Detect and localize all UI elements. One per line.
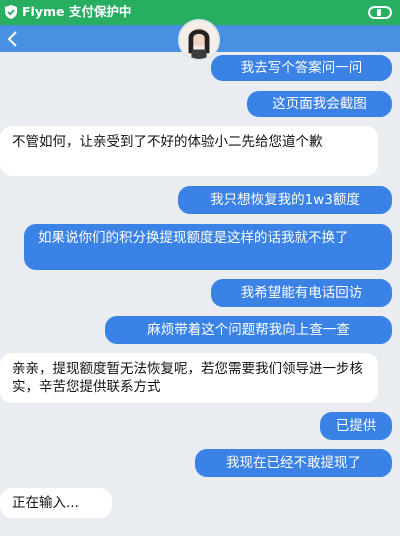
message-text: 不管如何，让亲受到了不好的体验小二先给您道个歉	[12, 134, 323, 150]
message-incoming: 正在输入...	[0, 488, 112, 518]
message-text: 我只想恢复我的1w3额度	[210, 192, 360, 208]
message-outgoing: 我只想恢复我的1w3额度	[178, 186, 392, 214]
message-text: 如果说你们的积分换提现额度是这样的话我就不换了	[38, 230, 349, 246]
typing-indicator: 正在输入...	[12, 495, 79, 511]
message-incoming: 不管如何，让亲受到了不好的体验小二先给您道个歉	[0, 126, 378, 176]
back-button[interactable]	[0, 25, 26, 52]
battery-icon	[368, 6, 392, 19]
message-text: 麻烦带着这个问题帮我向上查一查	[147, 322, 350, 338]
message-outgoing: 麻烦带着这个问题帮我向上查一查	[105, 316, 392, 344]
status-text: Flyme 支付保护中	[22, 4, 132, 19]
message-outgoing: 我去写个答案问一问	[211, 55, 392, 81]
chevron-left-icon	[7, 31, 17, 47]
message-incoming: 亲亲，提现额度暂无法恢复呢，若您需要我们领导进一步核实，辛苦您提供联系方式	[0, 353, 378, 403]
message-outgoing: 我希望能有电话回访	[211, 279, 392, 307]
message-outgoing: 这页面我会截图	[247, 91, 392, 117]
message-text: 我希望能有电话回访	[240, 285, 363, 301]
avatar-image	[180, 21, 218, 59]
chat-header	[0, 19, 400, 61]
message-outgoing: 我现在已经不敢提现了	[195, 449, 392, 477]
message-outgoing: 已提供	[320, 412, 392, 440]
message-text: 亲亲，提现额度暂无法恢复呢，若您需要我们领导进一步核实，辛苦您提供联系方式	[12, 361, 363, 395]
message-text: 已提供	[335, 418, 377, 434]
avatar[interactable]	[178, 19, 220, 61]
message-text: 我去写个答案问一问	[240, 60, 363, 76]
shield-check-icon	[5, 5, 17, 19]
message-text: 这页面我会截图	[272, 96, 367, 112]
message-outgoing: 如果说你们的积分换提现额度是这样的话我就不换了	[24, 224, 392, 270]
message-text: 我现在已经不敢提现了	[226, 455, 361, 471]
